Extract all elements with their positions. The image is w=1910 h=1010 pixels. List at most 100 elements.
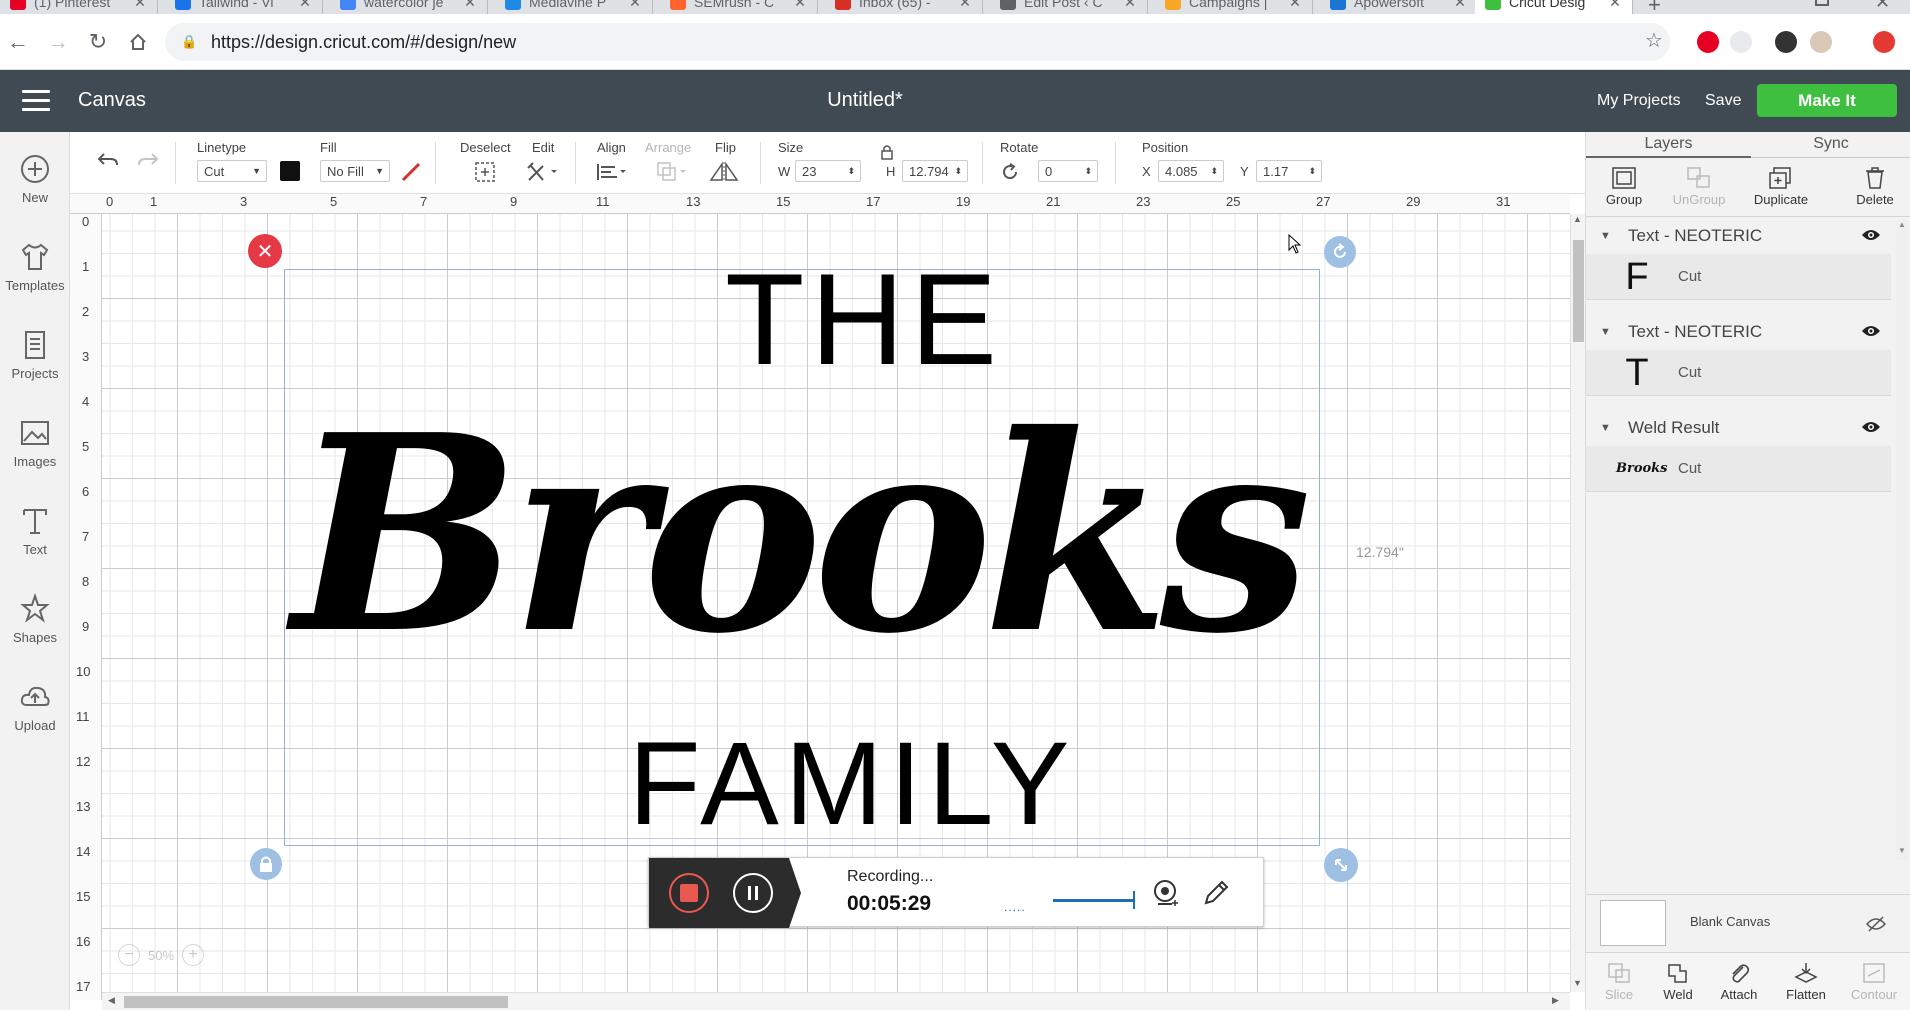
close-tab-icon[interactable]: ✕: [463, 0, 477, 11]
browser-tab[interactable]: Campaigns | ✕: [1155, 0, 1313, 14]
scroll-down-icon[interactable]: ▼: [1898, 846, 1906, 855]
height-input[interactable]: 12.794 ⬍: [902, 160, 968, 182]
close-tab-icon[interactable]: ✕: [1453, 0, 1467, 11]
close-tab-icon[interactable]: ✕: [298, 0, 312, 11]
delete-handle-icon[interactable]: ✕: [248, 234, 282, 268]
scroll-thumb[interactable]: [124, 996, 508, 1008]
resize-handle-icon[interactable]: [1324, 848, 1358, 882]
blank-canvas-swatch[interactable]: [1600, 900, 1666, 946]
group-button[interactable]: Group: [1589, 166, 1659, 207]
sidebar-item-images[interactable]: Images: [0, 416, 70, 469]
fill-select[interactable]: No Fill ▼: [320, 160, 390, 182]
document-title[interactable]: Untitled*: [0, 89, 1730, 112]
edit-tools-icon[interactable]: [525, 160, 559, 184]
layer-group-header[interactable]: ▼ Weld Result: [1586, 412, 1891, 444]
stepper-icon[interactable]: ⬍: [1084, 166, 1092, 177]
browser-tab[interactable]: Tailwind - Vi ✕: [165, 0, 323, 14]
volume-slider-handle[interactable]: [1133, 891, 1135, 909]
redo-icon[interactable]: [136, 150, 160, 170]
browser-tab-active[interactable]: Cricut Desig ✕: [1475, 0, 1633, 14]
close-tab-icon[interactable]: ✕: [628, 0, 642, 11]
layer-item[interactable]: Brooks Cut: [1586, 446, 1891, 492]
close-tab-icon[interactable]: ✕: [1288, 0, 1302, 11]
sidebar-item-shapes[interactable]: Shapes: [0, 592, 70, 645]
webcam-icon[interactable]: [1151, 878, 1181, 908]
duplicate-button[interactable]: Duplicate: [1741, 166, 1821, 207]
position-x-input[interactable]: 4.085 ⬍: [1158, 160, 1224, 182]
sidebar-item-templates[interactable]: Templates: [0, 240, 70, 293]
extension-icon[interactable]: [1730, 31, 1752, 53]
bookmark-star-icon[interactable]: ☆: [1645, 28, 1663, 53]
close-tab-icon[interactable]: ✕: [958, 0, 972, 11]
scroll-thumb[interactable]: [1573, 240, 1584, 342]
layer-item[interactable]: T Cut: [1586, 350, 1891, 396]
weld-button[interactable]: Weld: [1653, 961, 1703, 1002]
layer-group-header[interactable]: ▼ Text - NEOTERIC: [1586, 220, 1891, 252]
no-fill-icon[interactable]: [400, 161, 422, 183]
stepper-icon[interactable]: ⬍: [847, 166, 855, 177]
sidebar-item-new[interactable]: New: [0, 152, 70, 205]
width-input[interactable]: 23 ⬍: [795, 160, 861, 182]
visibility-eye-icon[interactable]: [1861, 420, 1881, 434]
attach-button[interactable]: Attach: [1714, 961, 1764, 1002]
browser-tab[interactable]: Inbox (65) - ✕: [825, 0, 983, 14]
forward-icon[interactable]: →: [44, 28, 72, 56]
save-button[interactable]: Save: [1705, 92, 1741, 110]
deselect-icon[interactable]: [473, 160, 497, 184]
close-tab-icon[interactable]: ✕: [133, 0, 147, 11]
sidebar-item-projects[interactable]: Projects: [0, 328, 70, 381]
visibility-hidden-icon[interactable]: [1866, 916, 1886, 932]
slice-button[interactable]: Slice: [1594, 961, 1644, 1002]
close-tab-icon[interactable]: ✕: [793, 0, 807, 11]
scroll-down-icon[interactable]: ▼: [1573, 978, 1582, 988]
collapse-triangle-icon[interactable]: ▼: [1600, 422, 1614, 434]
collapse-triangle-icon[interactable]: ▼: [1600, 230, 1614, 242]
design-text-brooks[interactable]: Brooks: [252, 364, 1342, 704]
extension-icon[interactable]: [1873, 31, 1895, 53]
rotate-handle-icon[interactable]: [1324, 236, 1356, 268]
panel-scrollbar[interactable]: ▲ ▼: [1896, 220, 1908, 860]
arrange-icon[interactable]: [655, 160, 689, 184]
restore-window-icon[interactable]: [1815, 0, 1829, 6]
linetype-color-swatch[interactable]: [280, 161, 300, 181]
browser-tab[interactable]: watercolor je ✕: [330, 0, 488, 14]
ungroup-button[interactable]: UnGroup: [1664, 166, 1734, 207]
make-it-button[interactable]: Make It: [1757, 84, 1897, 117]
sidebar-item-upload[interactable]: Upload: [0, 680, 70, 733]
zoom-control[interactable]: − 50% +: [118, 942, 205, 968]
delete-button[interactable]: Delete: [1840, 166, 1910, 207]
stepper-icon[interactable]: ⬍: [954, 166, 962, 177]
undo-icon[interactable]: [96, 150, 120, 170]
layer-item[interactable]: F Cut: [1586, 254, 1891, 300]
browser-tab[interactable]: Mediavine P ✕: [495, 0, 653, 14]
flip-icon[interactable]: [707, 160, 743, 184]
design-text-family[interactable]: FAMILY: [572, 724, 1132, 844]
layer-group-header[interactable]: ▼ Text - NEOTERIC: [1586, 316, 1891, 348]
contour-button[interactable]: Contour: [1844, 961, 1904, 1002]
lock-aspect-icon[interactable]: [880, 144, 894, 160]
pen-annotate-icon[interactable]: [1201, 878, 1231, 908]
tab-sync[interactable]: Sync: [1751, 132, 1910, 158]
sidebar-item-text[interactable]: Text: [0, 504, 70, 557]
linetype-select[interactable]: Cut ▼: [197, 160, 267, 182]
extension-icon[interactable]: [1775, 31, 1797, 53]
stop-recording-button[interactable]: [669, 873, 709, 913]
browser-tab[interactable]: Edit Post ‹ C ✕: [990, 0, 1148, 14]
browser-tab[interactable]: (1) Pinterest ✕: [0, 0, 158, 14]
flatten-button[interactable]: Flatten: [1778, 961, 1834, 1002]
close-window-icon[interactable]: ✕: [1875, 0, 1890, 13]
stepper-icon[interactable]: ⬍: [1308, 166, 1316, 177]
home-icon[interactable]: [124, 28, 152, 56]
rotate-input[interactable]: 0 ⬍: [1038, 160, 1098, 182]
address-bar[interactable]: 🔒 https://design.cricut.com/#/design/new: [165, 23, 1670, 61]
browser-tab[interactable]: SEMrush - C ✕: [660, 0, 818, 14]
stepper-icon[interactable]: ⬍: [1210, 166, 1218, 177]
vertical-scrollbar[interactable]: ▲ ▼: [1570, 214, 1585, 992]
scroll-up-icon[interactable]: ▲: [1573, 214, 1582, 224]
align-icon[interactable]: [595, 160, 629, 184]
scroll-right-icon[interactable]: ▶: [1552, 995, 1559, 1006]
horizontal-scrollbar[interactable]: ◀ ▶: [102, 992, 1570, 1010]
back-icon[interactable]: ←: [4, 28, 32, 56]
scroll-up-icon[interactable]: ▲: [1898, 220, 1906, 229]
browser-tab[interactable]: Apowersoft ✕: [1320, 0, 1478, 14]
